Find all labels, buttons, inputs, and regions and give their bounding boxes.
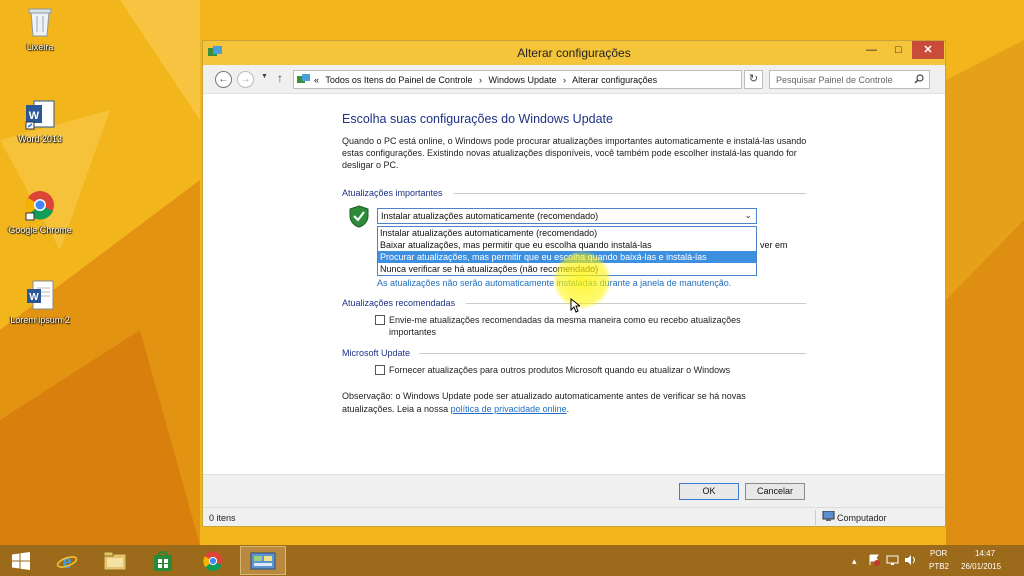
volume-icon[interactable]	[904, 554, 917, 568]
word-icon: W	[23, 97, 57, 131]
breadcrumb-separator[interactable]: ›	[563, 75, 566, 85]
desktop-icon-chrome[interactable]: Google Chrome	[2, 188, 78, 235]
status-bar: 0 itens Computador	[203, 507, 945, 526]
input-language[interactable]: POR	[930, 549, 947, 558]
recommended-updates-checkbox[interactable]	[375, 315, 385, 325]
desktop-icon-label: Google Chrome	[8, 225, 72, 235]
section-important-updates: Atualizações importantes	[342, 188, 443, 198]
search-input[interactable]: Pesquisar Painel de Controle	[769, 70, 930, 89]
desktop-icon-word[interactable]: W Word 2013	[2, 97, 78, 144]
status-location: Computador	[837, 513, 887, 523]
desktop-icon-recycle-bin[interactable]: Lixeira	[2, 5, 78, 52]
recent-locations-chevron-icon[interactable]: ▼	[261, 73, 268, 80]
computer-icon	[822, 510, 835, 524]
observation-end: .	[566, 404, 570, 414]
dropdown-option[interactable]: Instalar atualizações automaticamente (r…	[378, 227, 756, 239]
keyboard-layout[interactable]: PTB2	[929, 562, 949, 571]
desktop-icon-document[interactable]: W Lorem ipsum 2	[2, 278, 78, 325]
dropdown-option[interactable]: Nunca verificar se há atualizações (não …	[378, 263, 756, 275]
search-icon	[914, 74, 924, 86]
intro-text: Quando o PC está online, o Windows pode …	[342, 136, 807, 170]
breadcrumb: « Todos os Itens do Painel de Controle ›…	[314, 75, 661, 85]
privacy-policy-link[interactable]: política de privacidade online	[451, 404, 567, 414]
back-button[interactable]: ←	[215, 71, 232, 88]
network-icon[interactable]	[886, 554, 899, 568]
desktop-icon-label: Lorem ipsum 2	[10, 315, 70, 325]
dialog-footer: OK Cancelar	[203, 474, 945, 507]
clock-time[interactable]: 14:47	[975, 549, 995, 558]
refresh-button[interactable]: ↻	[744, 70, 763, 89]
microsoft-update-checkbox[interactable]	[375, 365, 385, 375]
section-divider	[419, 353, 806, 354]
window-titlebar[interactable]: Alterar configurações — □ ✕	[203, 41, 945, 65]
start-button[interactable]	[0, 546, 42, 575]
breadcrumb-overflow[interactable]: «	[314, 75, 319, 85]
desktop-icon-label: Word 2013	[18, 134, 62, 144]
chevron-down-icon: ⌄	[744, 210, 752, 220]
microsoft-update-label[interactable]: Fornecer atualizações para outros produt…	[389, 364, 789, 376]
recommended-updates-label[interactable]: Envie-me atualizações recomendadas da me…	[389, 314, 769, 338]
breadcrumb-separator[interactable]: ›	[479, 75, 482, 85]
section-divider	[454, 193, 806, 194]
observation-note: Observação: o Windows Update pode ser at…	[342, 390, 782, 416]
clock-date[interactable]: 26/01/2015	[961, 562, 1001, 571]
word-document-icon: W	[23, 278, 57, 312]
chrome-icon[interactable]	[192, 546, 234, 575]
status-divider	[815, 510, 816, 525]
search-placeholder: Pesquisar Painel de Controle	[776, 75, 893, 85]
file-explorer-icon[interactable]	[94, 546, 136, 575]
breadcrumb-item-windows-update[interactable]: Windows Update	[488, 75, 556, 85]
chevron-up-icon[interactable]: ▴	[852, 556, 857, 567]
section-divider	[466, 303, 806, 304]
update-mode-selected-value: Instalar atualizações automaticamente (r…	[381, 211, 599, 221]
maximize-button[interactable]: □	[885, 41, 912, 59]
status-item-count: 0 itens	[209, 513, 236, 523]
action-center-flag-icon[interactable]	[868, 554, 880, 568]
page-title: Escolha suas configurações do Windows Up…	[342, 112, 613, 126]
control-panel-icon[interactable]	[240, 546, 286, 575]
navigation-bar: ← → ▼ ↑ « Todos os Itens do Painel de Co…	[203, 65, 945, 93]
window-title: Alterar configurações	[517, 46, 631, 60]
chrome-icon	[23, 188, 57, 222]
ok-button[interactable]: OK	[679, 483, 739, 500]
breadcrumb-item-change-settings[interactable]: Alterar configurações	[572, 75, 657, 85]
update-mode-select[interactable]: Instalar atualizações automaticamente (r…	[377, 208, 757, 224]
address-bar[interactable]: « Todos os Itens do Painel de Controle ›…	[293, 70, 817, 89]
svg-text:W: W	[29, 292, 39, 303]
control-panel-icon	[297, 74, 310, 87]
close-button[interactable]: ✕	[912, 41, 944, 59]
store-icon[interactable]	[142, 546, 184, 575]
breadcrumb-item-all-items[interactable]: Todos os Itens do Painel de Controle	[325, 75, 472, 85]
section-recommended-updates: Atualizações recomendadas	[342, 298, 456, 308]
internet-explorer-icon[interactable]: e	[46, 546, 88, 575]
dropdown-option-highlighted[interactable]: Procurar atualizações, mas permitir que …	[378, 251, 756, 263]
maintenance-note: As atualizações não serão automaticament…	[377, 278, 732, 288]
dropdown-option[interactable]: Baixar atualizações, mas permitir que eu…	[378, 239, 756, 251]
mouse-pointer-icon	[570, 297, 582, 315]
section-microsoft-update: Microsoft Update	[342, 348, 411, 358]
desktop-icon-label: Lixeira	[26, 42, 54, 52]
forward-button[interactable]: →	[237, 71, 254, 88]
cancel-button[interactable]: Cancelar	[745, 483, 805, 500]
update-mode-dropdown: Instalar atualizações automaticamente (r…	[377, 226, 757, 276]
windows-logo-icon	[12, 551, 30, 570]
obscured-text: ver em	[760, 240, 788, 250]
taskbar: e ▴ POR PTB2 14:47 26/01/2015	[0, 545, 1024, 576]
recycle-bin-icon	[23, 5, 57, 39]
system-tray: ▴ POR PTB2 14:47 26/01/2015	[848, 545, 1024, 576]
control-panel-window: Alterar configurações — □ ✕ ← → ▼ ↑ « To…	[202, 40, 946, 527]
settings-content: Escolha suas configurações do Windows Up…	[203, 93, 945, 474]
shield-icon	[349, 205, 369, 230]
svg-text:W: W	[29, 110, 40, 122]
svg-text:e: e	[63, 551, 72, 572]
minimize-button[interactable]: —	[858, 41, 885, 59]
up-arrow-icon[interactable]: ↑	[277, 71, 283, 85]
